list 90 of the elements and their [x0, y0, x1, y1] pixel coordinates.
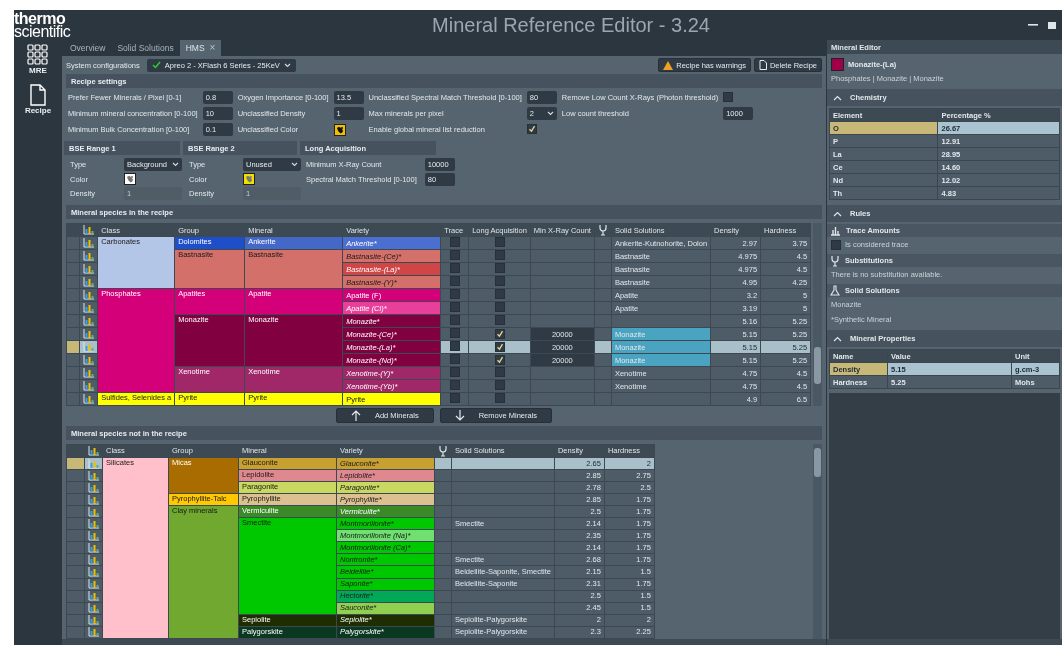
- document-icon: [758, 60, 767, 70]
- checkbox[interactable]: [494, 328, 505, 339]
- scrollbar[interactable]: [813, 223, 822, 406]
- checkbox[interactable]: [449, 289, 460, 299]
- checkbox[interactable]: [494, 341, 505, 352]
- chart-icon[interactable]: [83, 277, 95, 287]
- color-swatch[interactable]: [243, 173, 255, 185]
- tab[interactable]: Solid Solutions: [111, 40, 180, 56]
- checkbox[interactable]: [449, 250, 460, 260]
- chart-icon[interactable]: [83, 355, 95, 365]
- sidebar-item[interactable]: Recipe: [24, 83, 52, 116]
- chart-icon[interactable]: [83, 251, 95, 261]
- chart-icon[interactable]: [88, 470, 99, 481]
- fork-icon: [830, 254, 840, 267]
- checkbox[interactable]: [494, 237, 505, 247]
- color-swatch[interactable]: [333, 123, 346, 136]
- caret-icon: [172, 162, 179, 167]
- chart-icon[interactable]: [88, 615, 99, 626]
- checkbox[interactable]: [449, 263, 460, 273]
- checkbox[interactable]: [494, 367, 505, 377]
- fork-icon: [597, 224, 608, 236]
- warning-icon: [663, 60, 674, 70]
- checkbox[interactable]: [494, 250, 505, 260]
- checkbox[interactable]: [449, 393, 460, 403]
- document-icon: [29, 83, 47, 106]
- color-swatch[interactable]: [124, 173, 136, 185]
- chart-icon[interactable]: [83, 394, 95, 404]
- chevron-up-icon[interactable]: [833, 210, 842, 217]
- arrow-down-icon: [454, 410, 465, 421]
- chart-icon[interactable]: [88, 554, 99, 565]
- caret-icon: [546, 111, 554, 116]
- checkbox[interactable]: [494, 380, 505, 390]
- chart-icon[interactable]: [83, 368, 95, 378]
- checkbox[interactable]: [449, 367, 460, 377]
- arrow-up-icon: [350, 410, 361, 421]
- checkbox[interactable]: [494, 354, 505, 365]
- tab[interactable]: Overview: [64, 40, 112, 56]
- tab[interactable]: HMS ×: [179, 40, 222, 56]
- chart-icon[interactable]: [88, 506, 99, 517]
- checkbox[interactable]: [831, 239, 841, 250]
- chart-icon[interactable]: [83, 381, 95, 391]
- chart-icon[interactable]: [88, 567, 99, 577]
- caret-icon: [283, 62, 291, 68]
- checkbox[interactable]: [449, 354, 460, 364]
- flask-icon: [830, 285, 840, 296]
- checkbox[interactable]: [449, 341, 460, 351]
- maximize-icon[interactable]: [1048, 20, 1056, 30]
- chart-icon[interactable]: [88, 482, 99, 493]
- fork-icon: [438, 445, 448, 458]
- chart-icon[interactable]: [83, 238, 95, 248]
- checkbox[interactable]: [526, 124, 537, 134]
- checkbox[interactable]: [494, 276, 505, 286]
- chevron-up-icon[interactable]: [833, 335, 842, 342]
- grid-icon: [27, 44, 49, 66]
- scrollbar[interactable]: [813, 444, 822, 639]
- checkbox[interactable]: [449, 276, 460, 286]
- checkbox[interactable]: [723, 91, 734, 102]
- chart-icon[interactable]: [88, 542, 99, 553]
- checkbox[interactable]: [449, 315, 460, 325]
- checkbox[interactable]: [449, 302, 460, 312]
- chart-icon[interactable]: [88, 627, 99, 638]
- checkbox[interactable]: [494, 302, 505, 312]
- chart-icon[interactable]: [83, 225, 95, 235]
- logo-text: thermo: [14, 12, 66, 25]
- chart-icon[interactable]: [83, 303, 95, 313]
- chart-icon[interactable]: [88, 446, 99, 457]
- chart-icon[interactable]: [88, 530, 99, 541]
- checkbox[interactable]: [449, 328, 460, 338]
- chart-icon[interactable]: [83, 329, 95, 339]
- chart-icon[interactable]: [88, 603, 99, 614]
- caret-icon: [291, 162, 298, 167]
- chart-icon[interactable]: [83, 264, 95, 274]
- checkbox[interactable]: [494, 393, 505, 403]
- checkbox[interactable]: [494, 315, 505, 325]
- checkbox[interactable]: [494, 289, 505, 299]
- chart-icon[interactable]: [88, 518, 99, 529]
- chart-icon[interactable]: [88, 579, 99, 590]
- sidebar-item[interactable]: MRE: [27, 44, 49, 76]
- checkbox[interactable]: [449, 237, 460, 247]
- chevron-up-icon[interactable]: [833, 94, 842, 101]
- checkbox[interactable]: [494, 263, 505, 273]
- chart-icon[interactable]: [88, 591, 99, 602]
- scale-icon: [830, 225, 841, 236]
- row-selector[interactable]: [66, 340, 80, 354]
- chart-icon[interactable]: [83, 290, 95, 300]
- chart-icon[interactable]: [88, 494, 99, 505]
- logo-text: scientific: [14, 25, 72, 38]
- window-title: Mineral Reference Editor - 3.24: [431, 13, 711, 37]
- chart-icon[interactable]: [83, 316, 95, 326]
- checkbox[interactable]: [449, 380, 460, 390]
